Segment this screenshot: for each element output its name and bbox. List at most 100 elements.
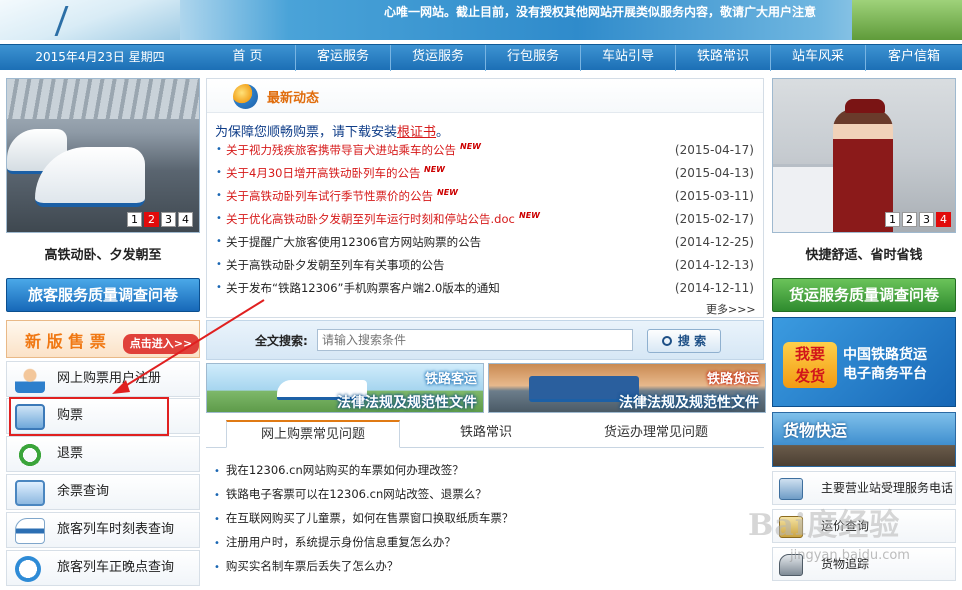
left-carousel-image[interactable] <box>6 78 200 233</box>
news-item-date: (2014-12-25) <box>674 235 754 249</box>
passenger-law-banner[interactable]: 铁路客运 法律法规及规范性文件 <box>206 363 484 413</box>
current-date: 2015年4月23日 星期四 <box>35 50 165 64</box>
annotation-highlight-box <box>9 397 169 436</box>
nav-railway-knowledge[interactable]: 铁路常识 <box>675 45 770 71</box>
news-item-title[interactable]: 关于发布“铁路12306”手机购票客户端2.0版本的通知 <box>226 277 500 299</box>
bullet-icon: • <box>216 236 222 247</box>
rail-graphic <box>54 6 136 36</box>
right-carousel-image[interactable] <box>772 78 956 233</box>
cargo-express-banner[interactable]: 货物快运 <box>772 412 956 467</box>
banner-ticker: 心唯一网站。截止目前，没有授权其他网站开展类似服务内容，敬请广大用户注意 <box>384 5 817 19</box>
passenger-survey-button[interactable]: 旅客服务质量调查问卷 <box>6 278 200 312</box>
nav-luggage-service[interactable]: 行包服务 <box>485 45 580 71</box>
station-roof-graphic <box>7 79 199 119</box>
tab-online-ticketing-faq[interactable]: 网上购票常见问题 <box>226 420 400 448</box>
pager-dot-active[interactable]: 2 <box>144 212 159 227</box>
sidebar-item-train-schedule[interactable]: 旅客列车时刻表查询 <box>6 512 200 548</box>
right-carousel-pager: 1 2 3 4 <box>885 212 951 227</box>
attendant-graphic <box>833 109 893 232</box>
news-item[interactable]: • 关于4月30日增开高铁动卧列车的公告 (2015-04-13) NEW <box>216 162 758 184</box>
bullet-icon: • <box>216 282 222 293</box>
search-button[interactable]: 搜 索 <box>647 329 721 353</box>
top-banner: 心唯一网站。截止目前，没有授权其他网站开展类似服务内容，敬请广大用户注意 <box>0 0 962 40</box>
title-line: 中国铁路货运 <box>843 347 927 363</box>
law-banner-subtitle: 法律法规及规范性文件 <box>337 395 477 411</box>
news-item[interactable]: • 关于发布“铁路12306”手机购票客户端2.0版本的通知 (2014-12-11… <box>216 277 758 299</box>
news-item-title[interactable]: 关于高铁动卧夕发朝至列车有关事项的公告 <box>226 254 445 276</box>
pager-dot[interactable]: 1 <box>127 212 142 227</box>
watermark-url: jingyan.baidu.com <box>790 548 910 563</box>
news-item[interactable]: • 关于高铁动卧夕发朝至列车有关事项的公告 (2014-12-13) <box>216 254 758 276</box>
sidebar-item-train-punctuality[interactable]: 旅客列车正晚点查询 <box>6 550 200 586</box>
news-item[interactable]: • 关于优化高铁动卧夕发朝至列车运行时刻和停站公告.doc (2015-02-17)… <box>216 208 758 230</box>
nav-freight-service[interactable]: 货运服务 <box>390 45 485 71</box>
banner-image-left <box>0 0 180 40</box>
pager-dot[interactable]: 1 <box>885 212 900 227</box>
law-banner-title: 铁路客运 <box>424 372 477 387</box>
faq-item-text[interactable]: 铁路电子客票可以在12306.cn网站改签、退票么？ <box>226 487 487 501</box>
faq-item[interactable]: • 我在12306.cn网站购买的车票如何办理改签？ <box>214 460 754 480</box>
tab-freight-faq[interactable]: 货运办理常见问题 <box>586 420 726 448</box>
nav-passenger-service[interactable]: 客运服务 <box>295 45 390 71</box>
clock-icon <box>15 556 41 582</box>
faq-item-text[interactable]: 购买实名制车票后丢失了怎么办？ <box>226 559 399 573</box>
news-item[interactable]: • 关于提醒广大旅客使用12306官方网站购票的公告 (2014-12-25) <box>216 231 758 253</box>
sidebar-item-label: 网上购票用户注册 <box>57 371 162 386</box>
faq-item-text[interactable]: 我在12306.cn网站购买的车票如何办理改签？ <box>226 463 464 477</box>
news-item-title[interactable]: 关于视力残疾旅客携带导盲犬进站乘车的公告 <box>226 139 456 161</box>
nav-menu: 首 页 客运服务 货运服务 行包服务 车站引导 铁路常识 站车风采 客户信箱 <box>200 45 962 71</box>
news-item-date: (2015-03-11) <box>674 189 754 203</box>
phone-icon <box>779 478 803 500</box>
freight-survey-button[interactable]: 货运服务质量调查问卷 <box>772 278 956 312</box>
pager-dot[interactable]: 3 <box>919 212 934 227</box>
enter-button[interactable]: 点击进入>> <box>123 334 199 354</box>
law-banner-title: 铁路货运 <box>706 372 759 387</box>
nav-customer-mail[interactable]: 客户信箱 <box>865 45 962 71</box>
faq-item[interactable]: • 注册用户时，系统提示身份信息重复怎么办？ <box>214 532 754 552</box>
notice-suffix: 。 <box>436 125 450 140</box>
freight-platform-title: 中国铁路货运 电子商务平台 <box>843 346 927 384</box>
main-nav: 2015年4月23日 星期四 首 页 客运服务 货运服务 行包服务 车站引导 铁… <box>0 44 962 71</box>
faq-item-text[interactable]: 在互联网购买了儿童票，如何在售票窗口换取纸质车票？ <box>226 511 514 525</box>
news-item-date: (2015-02-17) <box>674 212 754 226</box>
news-item[interactable]: • 关于高铁动卧列车试行季节性票价的公告 (2015-03-11) NEW <box>216 185 758 207</box>
sidebar-item-label: 退票 <box>57 446 84 461</box>
pager-dot[interactable]: 3 <box>161 212 176 227</box>
new-ticketing-banner[interactable]: 新 版 售 票 点击进入>> <box>6 320 200 358</box>
sidebar-item-refund[interactable]: 退票 <box>6 436 200 472</box>
freight-ecommerce-banner[interactable]: 我要 发货 中国铁路货运 电子商务平台 <box>772 317 956 407</box>
search-button-label: 搜 索 <box>677 334 707 348</box>
nav-home[interactable]: 首 页 <box>200 45 295 71</box>
root-cert-link[interactable]: 根证书 <box>397 125 436 140</box>
new-badge: NEW <box>437 188 458 197</box>
pager-dot[interactable]: 2 <box>902 212 917 227</box>
more-link[interactable]: 更多>>> <box>706 301 756 317</box>
faq-item[interactable]: • 购买实名制车票后丢失了怎么办？ <box>214 556 754 576</box>
news-item[interactable]: • 关于视力残疾旅客携带导盲犬进站乘车的公告 (2015-04-17) NEW <box>216 139 758 161</box>
title-line: 电子商务平台 <box>843 366 927 382</box>
freight-law-banner[interactable]: 铁路货运 法律法规及规范性文件 <box>488 363 766 413</box>
search-input[interactable] <box>317 329 633 351</box>
faq-item-text[interactable]: 注册用户时，系统提示身份信息重复怎么办？ <box>226 535 456 549</box>
bullet-icon: • <box>214 538 220 549</box>
user-register-icon <box>15 367 45 393</box>
news-item-title[interactable]: 关于优化高铁动卧夕发朝至列车运行时刻和停站公告.doc <box>226 208 515 230</box>
nav-station-showcase[interactable]: 站车风采 <box>770 45 865 71</box>
news-item-title[interactable]: 关于提醒广大旅客使用12306官方网站购票的公告 <box>226 231 481 253</box>
faq-item[interactable]: • 在互联网购买了儿童票，如何在售票窗口换取纸质车票？ <box>214 508 754 528</box>
pager-dot[interactable]: 4 <box>178 212 193 227</box>
news-item-title[interactable]: 关于高铁动卧列车试行季节性票价的公告 <box>226 185 433 207</box>
sidebar-item-user-register[interactable]: 网上购票用户注册 <box>6 361 200 397</box>
sidebar-item-remaining-tickets[interactable]: 余票查询 <box>6 474 200 510</box>
search-label: 全文搜索: <box>255 334 308 348</box>
nav-station-guide[interactable]: 车站引导 <box>580 45 675 71</box>
pager-dot-active[interactable]: 4 <box>936 212 951 227</box>
faq-item[interactable]: • 铁路电子客票可以在12306.cn网站改签、退票么？ <box>214 484 754 504</box>
hat-graphic <box>845 99 885 113</box>
news-item-date: (2014-12-11) <box>674 281 754 295</box>
news-item-title[interactable]: 关于4月30日增开高铁动卧列车的公告 <box>226 162 420 184</box>
root-cert-notice: 为保障您顺畅购票，请下载安装根证书。 <box>215 121 449 140</box>
new-badge: NEW <box>424 165 445 174</box>
news-title: 最新动态 <box>267 91 320 106</box>
tab-railway-knowledge[interactable]: 铁路常识 <box>432 420 540 448</box>
